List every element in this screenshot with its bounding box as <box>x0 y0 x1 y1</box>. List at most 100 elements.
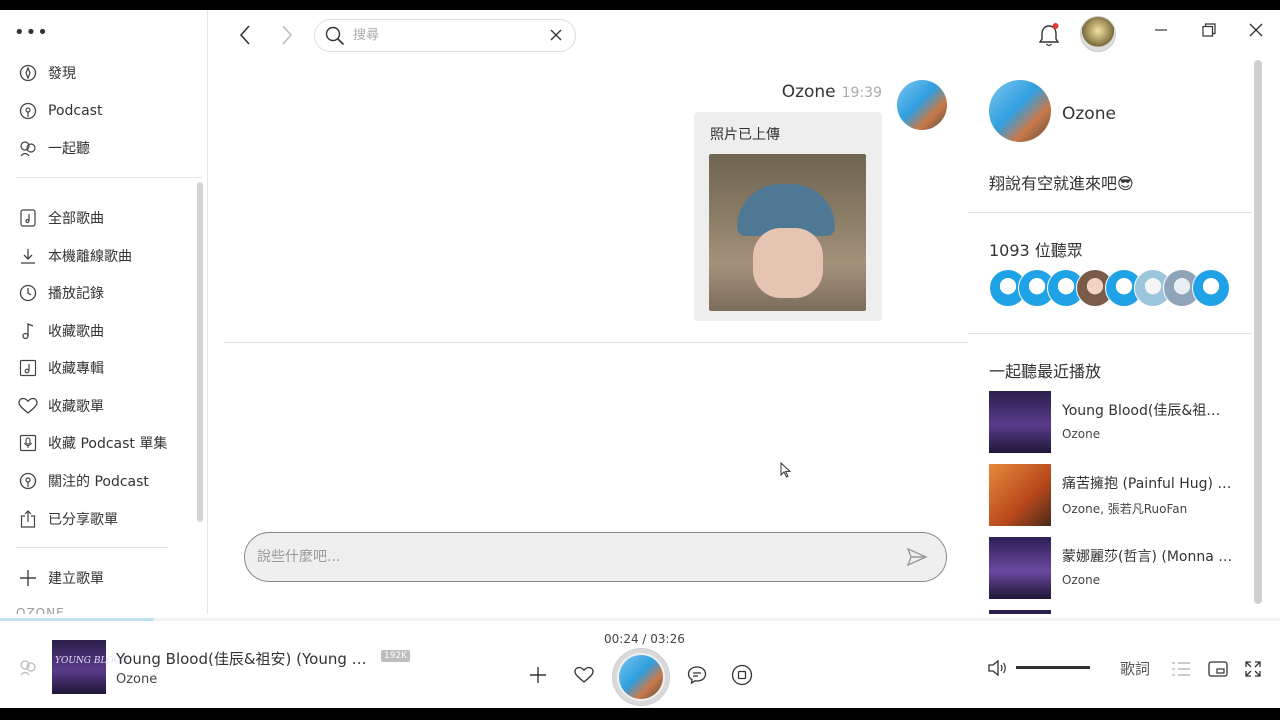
download-icon <box>18 246 38 266</box>
sidebar-item-fav-podcast-episodes[interactable]: 收藏 Podcast 單集 <box>18 428 167 458</box>
app-window: ••• 發現 Podcast 一起聽 全部歌曲 本機離線歌曲 播放記錄 收藏歌曲… <box>0 10 1280 708</box>
recent-track[interactable]: Young Blood(佳辰&祖安) (Young Blood) Ozone <box>989 391 1239 453</box>
sidebar-item-offline-songs[interactable]: 本機離線歌曲 <box>18 241 132 271</box>
like-button[interactable] <box>573 664 595 686</box>
stop-listening-button[interactable] <box>731 664 753 686</box>
message-photo[interactable] <box>709 154 866 311</box>
restore-button[interactable] <box>1199 20 1219 40</box>
chevron-left-icon <box>239 25 250 45</box>
share-icon <box>18 509 38 529</box>
track-cover <box>989 464 1051 526</box>
history-icon <box>18 283 38 303</box>
track-title: 痛苦擁抱 (Painful Hug) (feat. 張若凡RuoFan) <box>1062 476 1234 492</box>
close-icon[interactable] <box>549 28 563 42</box>
queue-button[interactable] <box>1170 658 1192 680</box>
more-menu-icon[interactable]: ••• <box>14 24 49 42</box>
sidebar-item-label: 關注的 Podcast <box>48 474 149 490</box>
stop-icon <box>731 664 753 686</box>
sidebar-item-fav-songs[interactable]: 收藏歌曲 <box>18 316 104 346</box>
podcast-icon <box>18 471 38 491</box>
sidebar-item-podcast[interactable]: Podcast <box>18 96 102 126</box>
mini-player-button[interactable] <box>1207 658 1229 680</box>
chevron-right-icon <box>282 25 293 45</box>
forward-button[interactable] <box>276 24 298 46</box>
volume-slider[interactable] <box>1016 666 1090 669</box>
plus-icon <box>18 568 38 588</box>
track-artist: Ozone <box>1062 573 1101 587</box>
sidebar-item-label: Podcast <box>48 103 103 119</box>
message-sender: Ozone <box>781 82 836 102</box>
listener-avatar[interactable] <box>1192 269 1230 307</box>
sidebar-divider <box>16 547 168 548</box>
volume-fill <box>1016 666 1090 669</box>
restore-icon <box>1202 23 1216 37</box>
track-artist: Ozone <box>1062 427 1101 441</box>
listen-together-icon <box>20 660 36 676</box>
sidebar-item-label: 收藏歌單 <box>48 399 104 415</box>
user-avatar[interactable] <box>1080 16 1116 52</box>
listen-together-button[interactable] <box>18 658 38 680</box>
panel-scrollbar[interactable] <box>1254 60 1262 604</box>
sidebar-item-listen-together[interactable]: 一起聽 <box>18 133 90 163</box>
expand-icon <box>1245 661 1261 677</box>
track-artist: Ozone, 張若凡RuoFan <box>1062 502 1188 516</box>
sidebar-item-fav-playlists[interactable]: 收藏歌單 <box>18 391 104 421</box>
listeners-heading: 1093 位聽眾 <box>989 241 1083 260</box>
recent-track[interactable]: 蒙娜麗莎(哲言) (Monna Lisa) Ozone <box>989 537 1239 599</box>
bell-icon <box>1038 23 1060 47</box>
room-description: 翔說有空就進來吧😎 <box>989 174 1134 193</box>
panel-divider <box>968 212 1252 213</box>
minimize-button[interactable] <box>1151 20 1171 40</box>
recent-track[interactable]: 痛苦擁抱 (Painful Hug) (feat. 張若凡RuoFan) Ozo… <box>989 464 1239 526</box>
playback-progress-bar[interactable] <box>0 618 1280 621</box>
chat-input[interactable] <box>257 549 877 565</box>
sidebar-item-label: 收藏 Podcast 單集 <box>48 436 168 452</box>
fullscreen-button[interactable] <box>1242 658 1264 680</box>
sidebar-item-label: 一起聽 <box>48 141 90 157</box>
quality-badge: 192K <box>381 650 411 662</box>
playback-time: 00:24 / 03:26 <box>604 632 685 646</box>
room-avatar[interactable] <box>989 80 1051 142</box>
track-title: 蒙娜麗莎(哲言) (Monna Lisa) <box>1062 549 1234 565</box>
track-cover <box>989 391 1051 453</box>
sender-avatar[interactable] <box>897 80 947 130</box>
panel-divider <box>968 333 1252 334</box>
volume-button[interactable] <box>987 658 1009 682</box>
sidebar-scrollbar[interactable] <box>197 182 203 522</box>
sidebar-item-fav-albums[interactable]: 收藏專輯 <box>18 353 104 383</box>
playback-progress-fill <box>0 618 154 621</box>
create-playlist-button[interactable]: 建立歌單 <box>18 563 104 593</box>
sidebar-item-all-songs[interactable]: 全部歌曲 <box>18 203 104 233</box>
search-input[interactable] <box>353 28 543 43</box>
lyrics-button[interactable]: 歌詞 <box>1120 658 1150 679</box>
sidebar-item-label: 播放記錄 <box>48 286 104 302</box>
sidebar-item-shared-playlists[interactable]: 已分享歌單 <box>18 504 118 534</box>
discover-icon <box>18 63 38 83</box>
track-cover <box>989 537 1051 599</box>
chat-input-box <box>244 532 947 582</box>
send-icon[interactable] <box>906 546 928 568</box>
now-playing-cover[interactable]: YOUNG BLOOD <box>52 640 128 694</box>
recent-heading: 一起聽最近播放 <box>989 362 1102 381</box>
now-playing-title[interactable]: Young Blood(佳辰&祖安) (Young Blood) <box>116 648 374 669</box>
mini-player-icon <box>1208 661 1228 677</box>
now-playing-artist[interactable]: Ozone <box>116 672 157 687</box>
sidebar-item-followed-podcasts[interactable]: 關注的 Podcast <box>18 466 149 496</box>
back-button[interactable] <box>234 24 256 46</box>
close-window-button[interactable] <box>1246 20 1266 40</box>
sidebar-divider <box>16 177 202 178</box>
heart-icon <box>18 396 38 416</box>
sidebar-item-history[interactable]: 播放記錄 <box>18 278 104 308</box>
notification-button[interactable] <box>1037 22 1061 52</box>
mouse-cursor-icon <box>780 462 792 478</box>
close-icon <box>1249 23 1263 37</box>
add-to-playlist-button[interactable] <box>527 664 549 686</box>
sidebar-item-discover[interactable]: 發現 <box>18 58 76 88</box>
microphone-icon <box>18 433 38 453</box>
sidebar-item-label: 已分享歌單 <box>48 512 118 528</box>
comment-button[interactable] <box>686 664 708 686</box>
now-playing-disc[interactable] <box>612 648 670 706</box>
sidebar-item-label: 本機離線歌曲 <box>48 249 132 265</box>
message-header: Ozone 19:39 <box>782 82 882 102</box>
sidebar-section-label: OZONE <box>16 606 65 614</box>
